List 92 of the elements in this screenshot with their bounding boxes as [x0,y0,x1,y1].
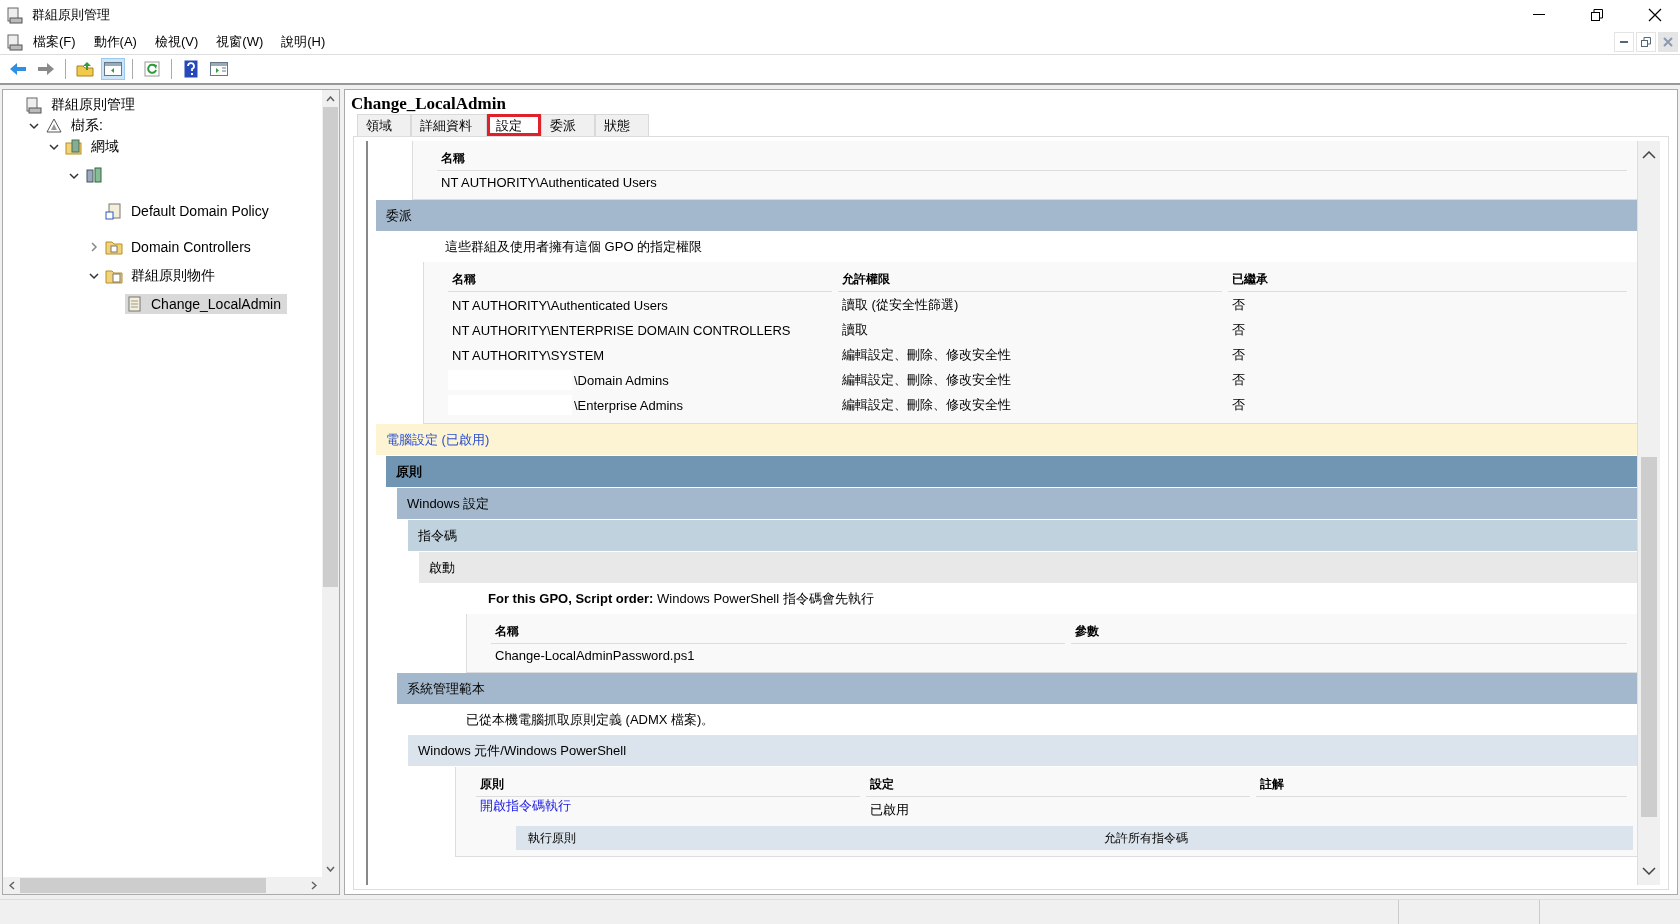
column-header: 參數 [1071,618,1627,644]
console-icon [6,6,24,24]
window-title: 群組原則管理 [32,6,111,24]
table-cell-text: 已啟用 [869,801,910,819]
table-cell-text: Change-LocalAdminPassword.ps1 [494,647,696,665]
tree-item[interactable]: Domain Controllers [127,237,255,257]
report-note: For this GPO, Script order: Windows PowerShell 指令碼會先執行 [487,590,875,608]
forward-arrow-icon [37,62,55,76]
scroll-left-icon[interactable] [8,881,15,890]
table-cell-text: 否 [1231,346,1246,364]
collapsed-caret-icon[interactable] [90,241,98,252]
column-header: 名稱 [491,618,1065,644]
menu-item[interactable]: 說明(H) [272,31,335,53]
menu-item[interactable]: 動作(A) [84,31,146,53]
folder-icon [105,238,123,256]
expanded-caret-icon[interactable] [29,123,39,130]
table-cell-text: 讀取 [841,321,869,339]
column-header: 名稱 [437,145,1627,171]
tab[interactable]: 狀態 [595,114,649,136]
table-cell-text: 編輯設定、刪除、修改安全性 [841,346,1012,364]
tree-item[interactable]: 群組原則管理 [47,93,139,116]
column-header: 註解 [1256,771,1627,797]
scroll-down-icon[interactable] [326,865,335,872]
scroll-down-icon[interactable] [1642,867,1656,875]
report-note: 已從本機電腦抓取原則定義 (ADMX 檔案)。 [465,711,716,729]
policy-link[interactable]: 開啟指令碼執行 [476,794,575,816]
section-heading: 原則 [386,456,1637,488]
scroll-icon [125,295,143,313]
section-heading: 啟動 [419,552,1637,584]
tab[interactable]: 詳細資料 [411,114,487,136]
tree-toggle-button[interactable] [101,58,125,80]
restore-icon [1591,9,1603,21]
tree-item[interactable]: 樹系: [67,114,107,137]
tree-item[interactable]: Default Domain Policy [127,201,273,221]
restore-icon [1641,37,1651,47]
menu-item[interactable]: 檔案(F) [24,31,85,53]
servers-icon [85,166,103,184]
vertical-scrollbar[interactable] [1638,141,1660,885]
table-cell-text: 編輯設定、刪除、修改安全性 [841,396,1012,414]
column-header: 名稱 [448,266,832,292]
scroll-shortcut-icon [105,202,123,220]
column-header: 允許權限 [838,266,1222,292]
expanded-caret-icon[interactable] [89,273,99,280]
minimize-icon [1533,14,1545,16]
back-arrow-icon [9,62,27,76]
table-cell: \Enterprise Admins [448,392,838,417]
server-folder-icon [65,137,83,156]
horizontal-scrollbar[interactable] [3,877,339,894]
close-icon [1648,8,1662,22]
tab[interactable]: 委派 [541,114,595,136]
scroll-up-icon[interactable] [1642,151,1656,159]
minimize-icon [1620,40,1628,44]
tree-item[interactable]: 群組原則物件 [127,264,219,287]
tab[interactable]: 領域 [357,114,411,136]
table-cell-text: 編輯設定、刪除、修改安全性 [841,371,1012,389]
minimize-button[interactable] [1614,32,1634,52]
expanded-caret-icon[interactable] [49,144,59,151]
column-header: 原則 [476,771,860,797]
table-cell-text: NT AUTHORITY\Authenticated Users [440,174,658,192]
tab[interactable]: 設定 [487,114,541,136]
section-heading: Windows 元件/Windows PowerShell [408,735,1637,767]
report-note: 這些群組及使用者擁有這個 GPO 的指定權限 [444,238,704,256]
detail-value: 允許所有指令碼 [1103,829,1189,847]
table-cell-text: 否 [1231,396,1246,414]
table-cell-text: 否 [1231,296,1246,314]
table-cell-text: 否 [1231,321,1246,339]
menu-item[interactable]: 檢視(V) [145,31,208,53]
table-cell-text: 否 [1231,371,1246,389]
expanded-caret-icon[interactable] [69,172,79,180]
column-header: 已繼承 [1228,266,1627,292]
section-heading: 指令碼 [408,520,1637,552]
vertical-scrollbar[interactable] [322,90,339,877]
table-cell-text: NT AUTHORITY\ENTERPRISE DOMAIN CONTROLLERS [451,321,792,340]
detail-label: 執行原則 [527,829,577,847]
console-icon [25,95,43,114]
section-heading: 委派 [376,200,1637,232]
console-icon [6,33,24,51]
table-cell-text: NT AUTHORITY\SYSTEM [451,346,606,365]
scroll-up-icon[interactable] [326,95,335,102]
column-header: 設定 [866,771,1250,797]
section-heading: Windows 設定 [397,488,1637,520]
table-cell: \Domain Admins [448,367,838,392]
table-cell-text: 讀取 (從安全性篩選) [841,296,960,314]
table-cell-text: NT AUTHORITY\Authenticated Users [451,296,669,315]
section-heading: 電腦設定 (已啟用) [376,424,1637,456]
scroll-right-icon[interactable] [310,881,317,890]
menu-item[interactable]: 視窗(W) [207,31,273,53]
tree-item[interactable]: 網域 [87,135,123,158]
gpo-title: Change_LocalAdmin [350,93,507,114]
close-icon [1663,37,1673,47]
triangle-icon [45,116,63,135]
section-heading: 系統管理範本 [397,673,1637,705]
